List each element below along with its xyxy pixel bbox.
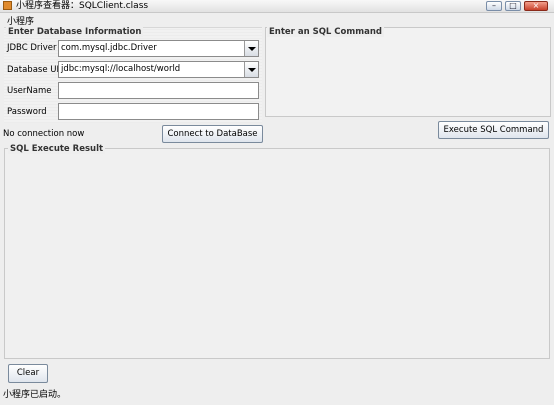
java-applet-icon: [3, 1, 12, 10]
connect-button[interactable]: Connect to DataBase: [162, 125, 263, 143]
execute-sql-button[interactable]: Execute SQL Command: [438, 121, 549, 139]
sql-command-legend: Enter an SQL Command: [267, 27, 384, 37]
database-url-value: jdbc:mysql://localhost/world: [61, 64, 181, 74]
clear-button[interactable]: Clear: [8, 364, 48, 383]
password-field[interactable]: [58, 103, 259, 120]
jdbc-driver-label: JDBC Driver: [7, 43, 57, 53]
minimize-button[interactable]: –: [486, 1, 502, 11]
applet-status-bar: 小程序已启动。: [3, 390, 67, 400]
connection-status: No connection now: [3, 129, 85, 139]
chevron-down-icon[interactable]: [244, 62, 258, 77]
jdbc-driver-combo[interactable]: com.mysql.jdbc.Driver: [58, 40, 259, 57]
close-button[interactable]: ×: [524, 1, 548, 11]
maximize-button[interactable]: □: [505, 1, 521, 11]
sql-result-textarea[interactable]: [7, 159, 547, 356]
sql-command-panel: [265, 27, 551, 117]
database-info-legend: Enter Database Information: [6, 27, 144, 37]
applet-menu[interactable]: 小程序: [7, 14, 34, 27]
username-field[interactable]: [58, 82, 259, 99]
window-title: 小程序查看器：SQLClient.class: [16, 1, 149, 11]
database-url-combo[interactable]: jdbc:mysql://localhost/world: [58, 61, 259, 78]
jdbc-driver-value: com.mysql.jdbc.Driver: [61, 43, 157, 53]
title-bar: 小程序查看器：SQLClient.class – □ ×: [0, 0, 554, 13]
chevron-down-icon[interactable]: [244, 41, 258, 56]
username-label: UserName: [7, 86, 52, 96]
sql-result-legend: SQL Execute Result: [8, 144, 106, 154]
password-label: Password: [7, 107, 47, 117]
sql-result-panel: [4, 148, 550, 359]
sql-command-textarea[interactable]: [268, 38, 548, 114]
